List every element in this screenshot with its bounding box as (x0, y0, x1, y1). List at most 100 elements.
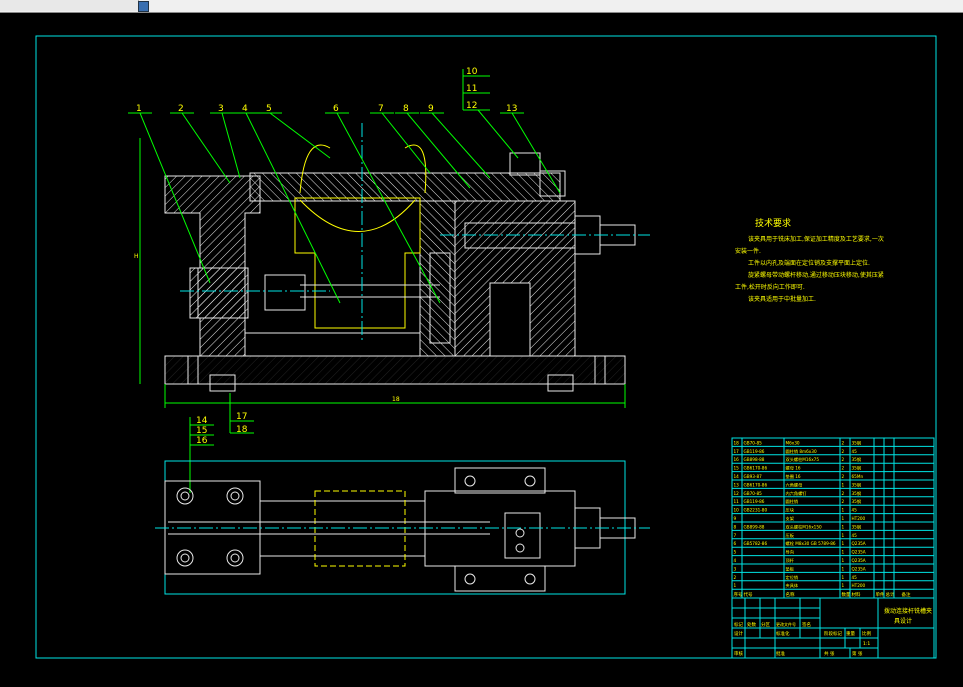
parts-cell-mat: 65Mn (852, 474, 864, 479)
parts-cell-name: 双头螺柱M16x150 (786, 523, 822, 530)
parts-header-mat: 材料 (852, 591, 861, 598)
balloon-12: 12 (466, 101, 477, 111)
parts-cell-mat: Q235A (852, 566, 866, 571)
drawing-icon[interactable] (138, 1, 149, 12)
parts-cell-qty: 1 (842, 524, 845, 529)
balloon-2: 2 (178, 104, 184, 114)
parts-cell-mat: 45 (852, 575, 858, 580)
parts-cell-no: 12 (734, 491, 740, 496)
svg-text:分区: 分区 (761, 621, 770, 628)
parts-cell-qty: 1 (842, 482, 845, 487)
balloon-15: 15 (196, 426, 207, 436)
front-section-view: 18 H (134, 123, 650, 408)
parts-cell-mat: 35钢 (852, 456, 862, 463)
balloon-4: 4 (242, 104, 248, 114)
parts-header-code: 代号 (744, 591, 753, 598)
parts-cell-no: 13 (734, 482, 740, 487)
svg-text:安装一件.: 安装一件. (735, 247, 761, 255)
svg-text:1:1: 1:1 (863, 641, 870, 647)
svg-text:设计: 设计 (734, 630, 743, 637)
parts-cell-qty: 2 (842, 491, 845, 496)
top-plan-view (155, 460, 650, 595)
parts-cell-qty: 1 (842, 516, 845, 521)
balloon-17: 17 (236, 412, 247, 422)
parts-cell-name: 螺母 16 (786, 465, 801, 472)
parts-cell-name: 圆柱销 (786, 498, 799, 505)
parts-cell-mat: HT200 (852, 516, 866, 521)
svg-text:比例: 比例 (862, 630, 871, 637)
parts-cell-mat: 45 (852, 533, 858, 538)
balloon-5: 5 (266, 104, 272, 114)
parts-cell-name: M6x30 (786, 440, 800, 445)
parts-cell-code: GB6170-86 (744, 466, 768, 471)
parts-cell-qty: 2 (842, 457, 845, 462)
svg-text:审核: 审核 (734, 650, 743, 657)
balloon-7: 7 (378, 104, 384, 114)
document-tab[interactable] (0, 0, 139, 11)
parts-cell-name: 定位销 (786, 574, 799, 581)
balloon-3: 3 (218, 104, 224, 114)
parts-cell-mat: HT200 (852, 583, 866, 588)
parts-cell-no: 7 (734, 533, 737, 538)
svg-text:标准化: 标准化 (776, 630, 790, 637)
parts-cell-name: 内六角螺钉 (786, 490, 808, 497)
dimension-height: H (134, 253, 139, 260)
parts-cell-no: 16 (734, 457, 740, 462)
parts-cell-no: 3 (734, 566, 737, 571)
parts-cell-mat: Q235A (852, 558, 866, 563)
parts-cell-code: GB70-85 (744, 440, 763, 445)
parts-cell-qty: 1 (842, 550, 845, 555)
svg-text:该夹具用于铣床加工,保证加工精度及工艺要求,一次: 该夹具用于铣床加工,保证加工精度及工艺要求,一次 (748, 235, 884, 243)
title-block: 拨动连接杆铣槽夹 具设计 标记 处数 分区 更改文件号 签名 设计 标准化 阶段… (731, 597, 935, 659)
parts-cell-qty: 2 (842, 499, 845, 504)
parts-cell-qty: 1 (842, 558, 845, 563)
parts-cell-no: 11 (734, 499, 740, 504)
technical-requirements: 技术要求 该夹具用于铣床加工,保证加工精度及工艺要求,一次 安装一件. 工件以内… (735, 217, 884, 303)
parts-cell-code: GB70-85 (744, 491, 763, 496)
window-titlebar (0, 0, 963, 13)
svg-text:阶段标记: 阶段标记 (824, 630, 842, 637)
parts-cell-no: 9 (734, 516, 737, 521)
parts-cell-qty: 1 (842, 508, 845, 513)
svg-text:重量: 重量 (846, 630, 855, 637)
svg-text:标记: 标记 (734, 621, 743, 628)
drawing-title-line1: 拨动连接杆铣槽夹 (884, 607, 932, 615)
parts-cell-mat: 45 (852, 449, 858, 454)
balloon-9: 9 (428, 104, 434, 114)
svg-text:工件以内孔及端面在定位销及支撑平面上定位.: 工件以内孔及端面在定位销及支撑平面上定位. (748, 259, 870, 267)
parts-cell-name: 垫板 (786, 565, 795, 572)
parts-cell-name: 圆柱销 8m6x30 (786, 448, 817, 455)
parts-cell-name: 支架 (786, 515, 794, 522)
parts-list-table: 1 8 GB70-85 M6x30 2 35钢 1 7 GB119-86 圆柱销 8m6x30 2 4… (731, 437, 935, 599)
svg-text:旋紧螺母带动螺杆移动,通过移动压块移动,使其压紧: 旋紧螺母带动螺杆移动,通过移动压块移动,使其压紧 (748, 271, 884, 279)
balloon-1: 1 (136, 104, 142, 114)
parts-cell-qty: 2 (842, 466, 845, 471)
parts-cell-no: 5 (734, 550, 737, 555)
balloon-16: 16 (196, 436, 208, 446)
tech-req-title: 技术要求 (755, 217, 791, 229)
parts-cell-qty: 1 (842, 541, 845, 546)
svg-text:工件,松开时反向工作即可.: 工件,松开时反向工作即可. (735, 283, 805, 291)
balloon-13: 13 (506, 104, 517, 114)
parts-cell-no: 14 (734, 474, 740, 479)
svg-text:签名: 签名 (802, 621, 811, 628)
parts-cell-mat: 35钢 (852, 439, 862, 446)
parts-cell-no: 8 (734, 524, 737, 529)
parts-cell-mat: 35钢 (852, 523, 862, 530)
parts-cell-mat: 35钢 (852, 490, 862, 497)
parts-cell-qty: 1 (842, 583, 845, 588)
balloon-10: 10 (466, 67, 478, 77)
parts-cell-code: GB6170-86 (744, 482, 768, 487)
parts-header-note: 备注 (902, 591, 911, 598)
parts-cell-mat: 35钢 (852, 465, 862, 472)
parts-cell-code: GB119-86 (744, 449, 765, 454)
parts-cell-name: 导向 (786, 549, 794, 555)
parts-cell-qty: 2 (842, 449, 845, 454)
svg-text:共 张: 共 张 (824, 650, 835, 657)
cad-drawing-canvas[interactable]: 18 H 1 2 3 4 5 6 7 8 9 13 10 11 12 14 15… (0, 13, 963, 687)
svg-text:该夹具适用于中批量加工.: 该夹具适用于中批量加工. (748, 295, 816, 303)
parts-cell-name: 顶杆 (786, 557, 795, 564)
parts-cell-no: 10 (734, 508, 740, 513)
parts-cell-mat: Q235A (852, 541, 866, 546)
svg-text:处数: 处数 (747, 621, 756, 628)
